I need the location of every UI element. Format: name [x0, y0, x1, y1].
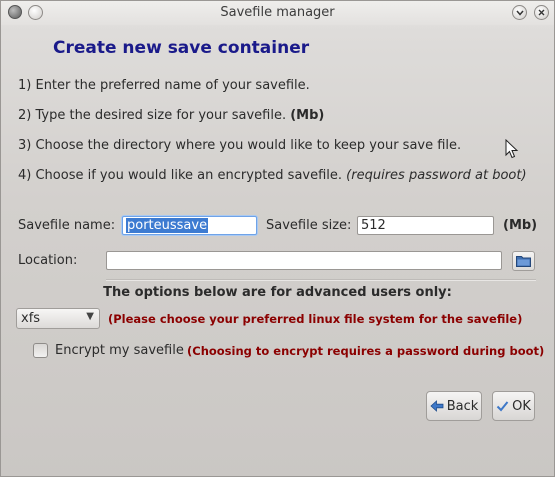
chevron-down-icon [515, 10, 524, 16]
step-2-text: 2) Type the desired size for your savefi… [18, 108, 291, 123]
location-input[interactable] [106, 251, 502, 270]
savefile-size-value: 512 [361, 218, 386, 233]
advanced-options-note: The options below are for advanced users… [103, 285, 452, 300]
instruction-step-2: 2) Type the desired size for your savefi… [18, 108, 324, 123]
savefile-manager-window: Savefile manager Create new save contain… [0, 0, 555, 477]
filesystem-selected-value: xfs [21, 311, 41, 326]
savefile-name-value: porteussave [126, 218, 209, 233]
chevron-down-icon: ▼ [86, 311, 94, 322]
savefile-name-label: Savefile name: [18, 218, 116, 233]
encrypt-checkbox[interactable] [33, 343, 48, 358]
ok-button-label: OK [512, 398, 531, 414]
size-unit-label: (Mb) [503, 218, 538, 233]
close-icon [538, 9, 545, 16]
title-bar[interactable]: Savefile manager [1, 1, 554, 25]
minimize-button[interactable] [512, 5, 527, 20]
back-button-label: Back [446, 398, 479, 414]
filesystem-select[interactable]: xfs ▼ [16, 308, 100, 329]
savefile-size-input[interactable]: 512 [357, 216, 494, 235]
encrypt-label[interactable]: Encrypt my savefile [55, 343, 184, 358]
page-heading: Create new save container [53, 38, 310, 58]
step-4-text: 4) Choose if you would like an encrypted… [18, 168, 347, 183]
location-label: Location: [18, 253, 78, 268]
instruction-step-4: 4) Choose if you would like an encrypted… [18, 168, 527, 183]
instruction-step-3: 3) Choose the directory where you would … [18, 138, 462, 153]
checkmark-icon [496, 401, 509, 412]
window-title: Savefile manager [220, 5, 335, 20]
browse-folder-button[interactable] [512, 251, 535, 271]
step-2-unit: (Mb) [290, 108, 325, 123]
ok-button[interactable]: OK [492, 391, 535, 421]
back-button[interactable]: Back [426, 391, 482, 421]
divider [106, 279, 536, 281]
step-4-note: (requires password at boot) [346, 168, 527, 183]
arrow-left-icon [430, 400, 444, 412]
savefile-name-input[interactable]: porteussave [122, 216, 257, 235]
folder-icon [516, 256, 531, 267]
encrypt-hint: (Choosing to encrypt requires a password… [187, 344, 545, 358]
filesystem-hint: (Please choose your preferred linux file… [108, 312, 523, 326]
instruction-step-1: 1) Enter the preferred name of your save… [18, 78, 310, 93]
savefile-size-label: Savefile size: [266, 218, 352, 233]
mouse-cursor-icon [505, 139, 519, 159]
close-button[interactable] [534, 5, 549, 20]
